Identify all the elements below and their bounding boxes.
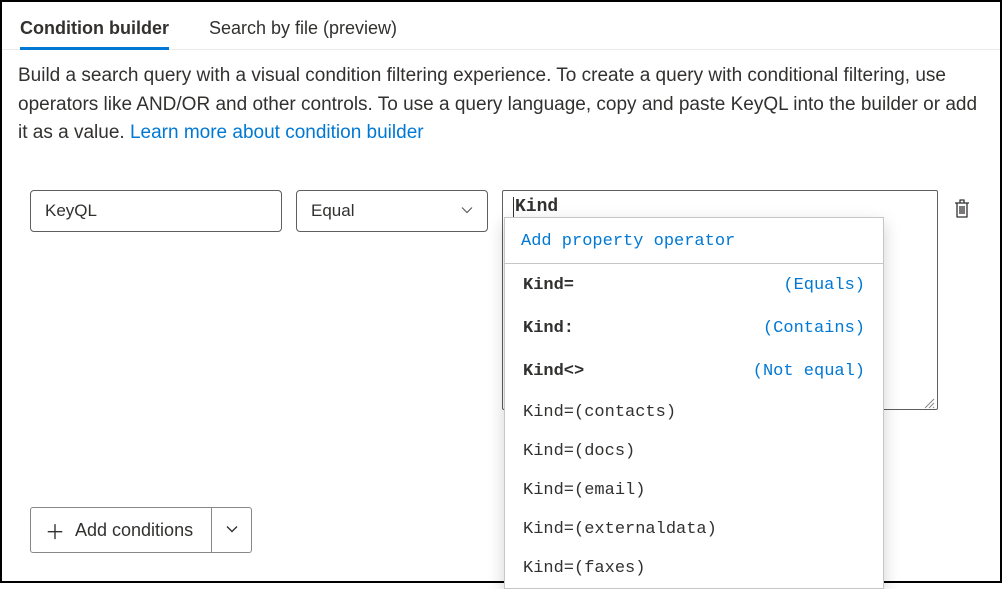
field-input[interactable]: KeyQL <box>30 190 282 232</box>
operator-select[interactable]: Equal <box>296 190 488 232</box>
dropdown-operator-item[interactable]: Kind<> (Not equal) <box>505 350 883 393</box>
tab-search-by-file[interactable]: Search by file (preview) <box>209 12 397 49</box>
bottom-toolbar: ＋ Add conditions <box>30 507 252 553</box>
dropdown-operator-item[interactable]: Kind= (Equals) <box>505 264 883 307</box>
tab-condition-builder[interactable]: Condition builder <box>20 12 169 49</box>
add-conditions-menu-button[interactable] <box>212 507 252 553</box>
delete-icon[interactable] <box>952 190 972 224</box>
operator-key: Kind: <box>523 319 574 338</box>
operator-key: Kind<> <box>523 362 584 381</box>
field-input-value: KeyQL <box>45 201 97 221</box>
dropdown-value-item[interactable]: Kind=(email) <box>505 471 883 510</box>
description-text: Build a search query with a visual condi… <box>2 50 1000 158</box>
dropdown-value-item[interactable]: Kind=(contacts) <box>505 393 883 432</box>
dropdown-value-item[interactable]: Kind=(faxes) <box>505 549 883 588</box>
add-conditions-button[interactable]: ＋ Add conditions <box>30 507 212 553</box>
operator-key: Kind= <box>523 276 574 295</box>
dropdown-value-item[interactable]: Kind=(docs) <box>505 432 883 471</box>
operator-select-value: Equal <box>311 201 354 221</box>
dropdown-operator-item[interactable]: Kind: (Contains) <box>505 307 883 350</box>
tab-bar: Condition builder Search by file (previe… <box>2 2 1000 50</box>
plus-icon: ＋ <box>45 516 65 545</box>
chevron-down-icon <box>226 522 238 539</box>
dropdown-header: Add property operator <box>505 218 883 264</box>
chevron-down-icon <box>461 201 473 221</box>
operator-label: (Not equal) <box>753 362 865 381</box>
add-conditions-label: Add conditions <box>75 520 193 541</box>
resize-handle-icon[interactable] <box>923 395 935 407</box>
dropdown-value-item[interactable]: Kind=(externaldata) <box>505 510 883 549</box>
operator-label: (Contains) <box>763 319 865 338</box>
value-text: Kind <box>515 197 558 217</box>
autocomplete-dropdown: Add property operator Kind= (Equals) Kin… <box>504 217 884 589</box>
learn-more-link[interactable]: Learn more about condition builder <box>130 122 424 143</box>
operator-label: (Equals) <box>783 276 865 295</box>
